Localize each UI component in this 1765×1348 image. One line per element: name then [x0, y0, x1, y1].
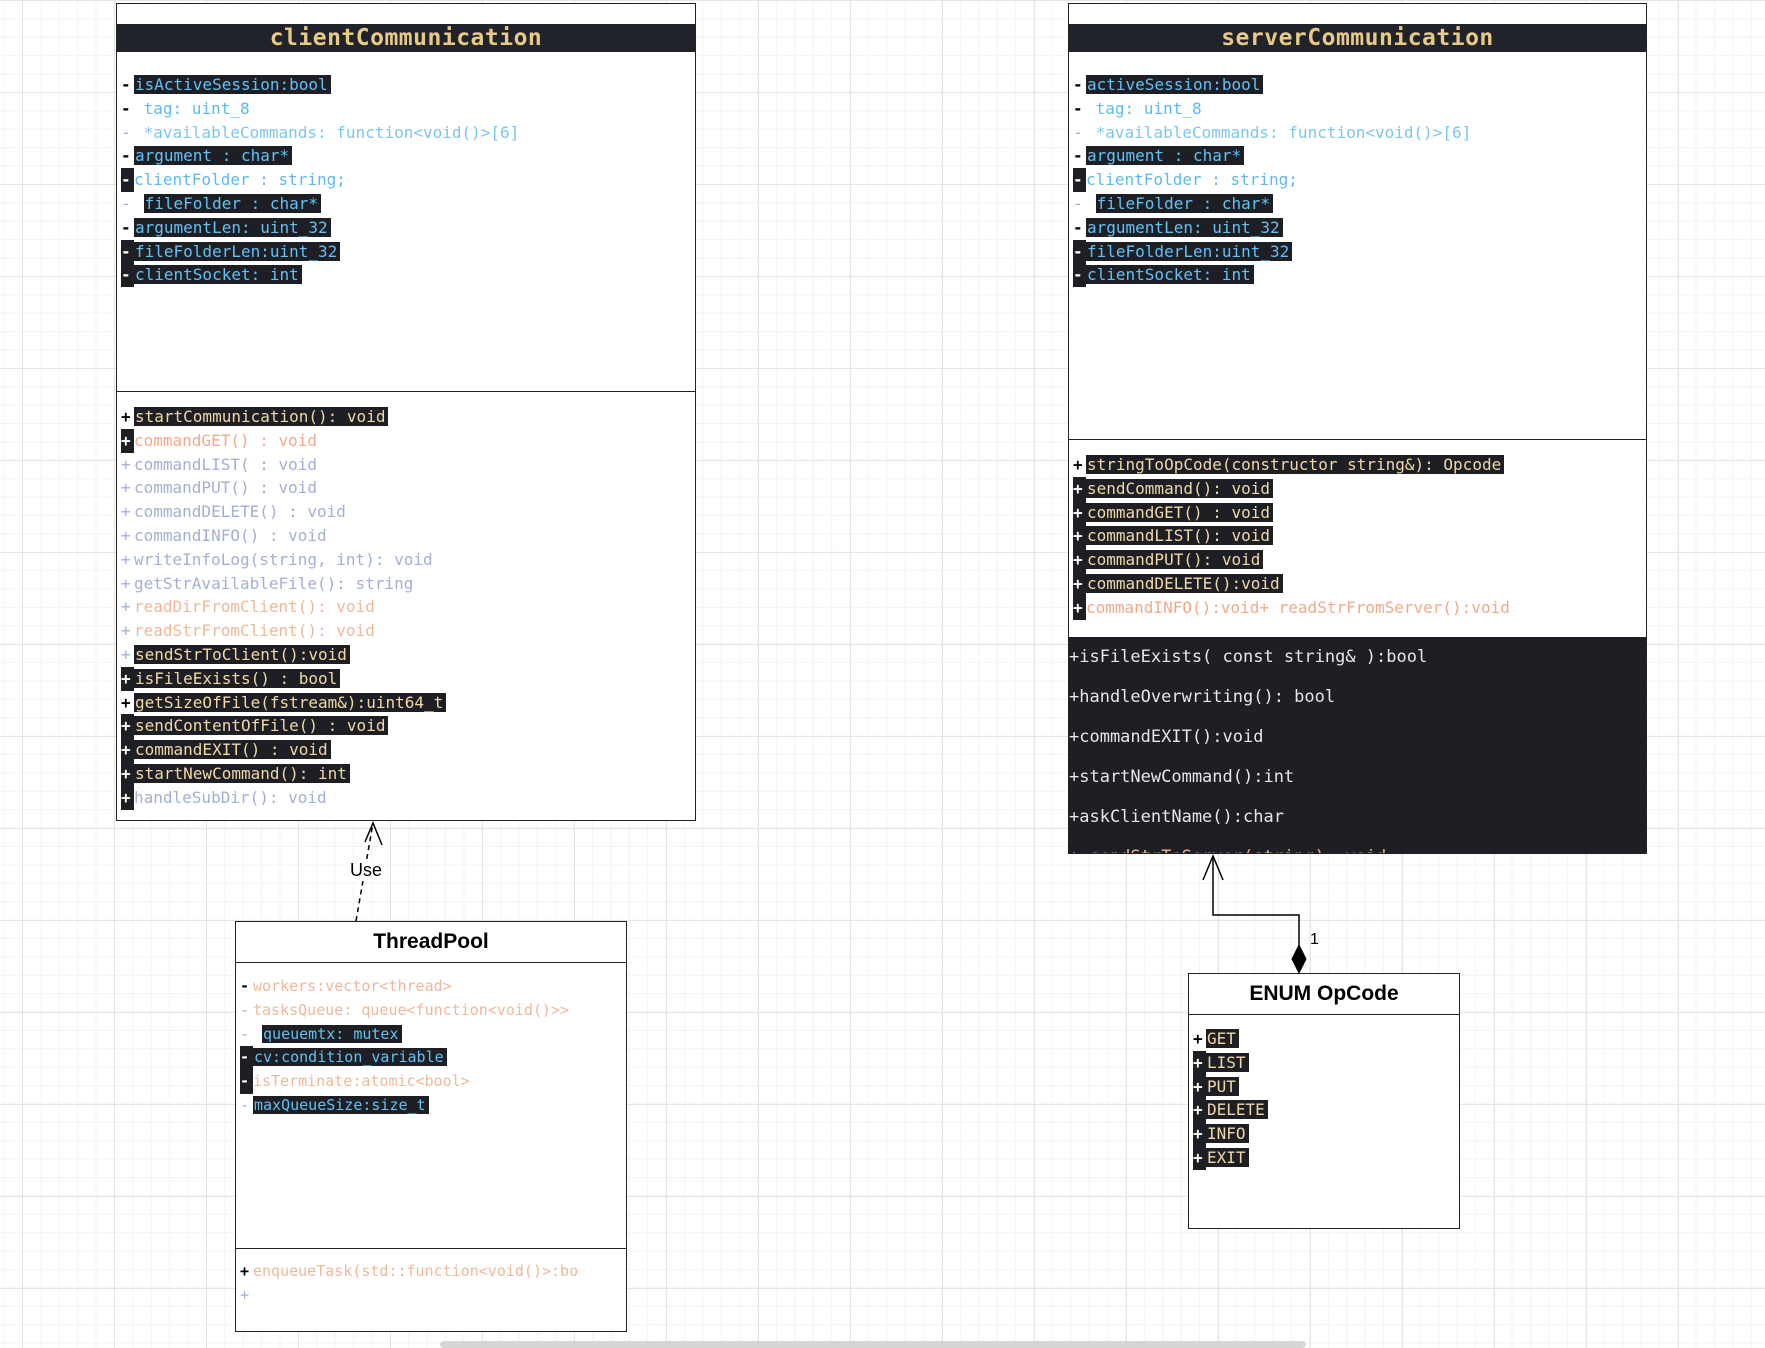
attribute-row[interactable]: - queuemtx: mutex	[240, 1023, 569, 1047]
enum-value[interactable]: + PUT	[1193, 1074, 1268, 1099]
method-row[interactable]: + commandGET() : void	[121, 428, 446, 453]
method-row[interactable]: + startNewCommand(): int	[121, 761, 446, 786]
class-title: ENUM OpCode	[1249, 982, 1399, 1005]
class-divider	[236, 962, 626, 963]
method-row[interactable]: + commandINFO() : void	[121, 524, 446, 548]
attribute-row[interactable]: - isActiveSession:bool	[121, 73, 519, 97]
class-divider	[117, 391, 695, 392]
method-row[interactable]: + sendStrToClient():void	[121, 643, 446, 667]
attribute-row[interactable]: - fileFolder : char*	[1073, 192, 1471, 216]
method-row[interactable]: +startNewCommand():int	[1069, 757, 1646, 797]
attribute-row[interactable]: - argumentLen: uint_32	[1073, 216, 1471, 240]
method-row[interactable]: + commandDELETE():void	[1073, 571, 1510, 596]
method-list: + startCommunication(): void + commandGET(…	[121, 405, 447, 810]
method-row[interactable]: + commandLIST( : void	[121, 453, 446, 477]
method-row[interactable]: + stringToOpCode(constructor string&): Op…	[1073, 453, 1510, 477]
method-row[interactable]: + isFileExists() : bool	[121, 666, 446, 691]
enum-value[interactable]: + GET	[1193, 1027, 1268, 1051]
attribute-row[interactable]: - maxQueueSize:size_t	[240, 1094, 569, 1118]
method-row[interactable]: + startCommunication(): void	[121, 405, 446, 429]
server-communication-class[interactable]: serverCommunication - activeSession:bool …	[1068, 3, 1647, 854]
enum-value[interactable]: + DELETE	[1193, 1098, 1268, 1123]
class-divider	[236, 1248, 626, 1249]
enum-value[interactable]: + LIST	[1193, 1050, 1268, 1075]
attribute-list: - isActiveSession:bool - tag: uint_8 - *a…	[121, 73, 519, 288]
attribute-row[interactable]: - cv:condition_variable	[240, 1046, 569, 1071]
attribute-row[interactable]: - *availableCommands: function<void()>[6…	[121, 121, 519, 145]
method-dark-block: +isFileExists( const string& ):bool +han…	[1069, 637, 1646, 853]
method-row[interactable]: + commandPUT(): void	[1073, 548, 1510, 572]
method-row[interactable]: + enqueueTask(std::function<void()>:bo	[240, 1260, 626, 1284]
class-divider	[1189, 1014, 1459, 1015]
attribute-row[interactable]: - fileFolderLen:uint_32	[1073, 239, 1471, 264]
method-row[interactable]: + getSizeOfFile(fstream&):uint64_t	[121, 691, 447, 715]
method-row[interactable]: +askClientName():char	[1069, 797, 1646, 837]
method-row[interactable]: + sendCommand(): void	[1073, 476, 1510, 501]
method-row[interactable]: + sendContentOfFile() : void	[121, 714, 446, 739]
composition-arrowhead	[1202, 854, 1224, 881]
use-arrowhead	[364, 821, 383, 846]
class-title: serverCommunication	[1069, 24, 1646, 52]
attribute-row[interactable]: - argument : char*	[1073, 144, 1471, 168]
attribute-row[interactable]: - clientSocket: int	[1073, 263, 1471, 288]
enum-value[interactable]: + INFO	[1193, 1122, 1268, 1146]
method-row[interactable]: +	[240, 1284, 626, 1308]
horizontal-scrollbar[interactable]	[440, 1341, 1306, 1348]
attribute-row[interactable]: - clientSocket: int	[121, 263, 519, 288]
class-title: ThreadPool	[373, 930, 489, 953]
attribute-row[interactable]: - *availableCommands: function<void()>[6…	[1073, 121, 1471, 145]
method-row[interactable]: + commandGET() : void	[1073, 500, 1510, 525]
method-row[interactable]: + sendStrToServer(string): void	[1069, 837, 1646, 853]
attribute-row[interactable]: - fileFolder : char*	[121, 192, 519, 216]
method-row[interactable]: + commandINFO():void+ readStrFromServer()…	[1073, 595, 1510, 620]
enum-value-list: + GET + LIST + PUT + DELETE + INFO + EXIT	[1193, 1027, 1268, 1170]
method-row[interactable]: + getStrAvailableFile(): string	[121, 572, 446, 596]
multiplicity-label: 1	[1310, 931, 1319, 948]
attribute-row[interactable]: - clientFolder : string;	[1073, 168, 1471, 192]
client-communication-class[interactable]: clientCommunication - isActiveSession:boo…	[116, 3, 696, 821]
attribute-row[interactable]: - activeSession:bool	[1073, 73, 1471, 97]
attribute-list: - workers:vector<thread> - tasksQueue: que…	[240, 975, 569, 1118]
method-list: + stringToOpCode(constructor string&): Op…	[1073, 453, 1510, 620]
attribute-list: - activeSession:bool - tag: uint_8 - *ava…	[1073, 73, 1471, 288]
method-row[interactable]: + commandDELETE() : void	[121, 500, 446, 524]
method-row[interactable]: + readStrFromClient(): void	[121, 619, 446, 643]
attribute-row[interactable]: - argumentLen: uint_32	[121, 216, 519, 240]
method-row[interactable]: + commandLIST(): void	[1073, 524, 1510, 549]
attribute-row[interactable]: - tasksQueue: queue<function<void()>>	[240, 999, 569, 1023]
class-title: clientCommunication	[117, 24, 695, 52]
method-row[interactable]: +commandEXIT():void	[1069, 717, 1646, 757]
method-row[interactable]: +handleOverwriting(): bool	[1069, 677, 1646, 717]
use-label: Use	[350, 860, 383, 881]
method-list: + enqueueTask(std::function<void()>:bo +	[240, 1260, 626, 1308]
composition-diamond	[1291, 943, 1307, 975]
class-divider	[1069, 439, 1646, 440]
enum-value[interactable]: + EXIT	[1193, 1145, 1268, 1170]
composition-line	[1212, 856, 1300, 949]
method-row[interactable]: +isFileExists( const string& ):bool	[1069, 637, 1646, 677]
attribute-row[interactable]: - tag: uint_8	[1073, 97, 1471, 121]
threadpool-class[interactable]: ThreadPool - workers:vector<thread> - task…	[235, 921, 627, 1332]
method-row[interactable]: + readDirFromClient(): void	[121, 595, 446, 619]
attribute-row[interactable]: - workers:vector<thread>	[240, 975, 569, 999]
attribute-row[interactable]: - clientFolder : string;	[121, 168, 519, 192]
opcode-enum[interactable]: ENUM OpCode + GET + LIST + PUT + DELETE + INF…	[1188, 973, 1460, 1229]
method-row[interactable]: + commandEXIT() : void	[121, 738, 446, 762]
attribute-row[interactable]: - fileFolderLen:uint_32	[121, 239, 519, 264]
method-row[interactable]: + handleSubDir(): void	[121, 785, 446, 810]
attribute-row[interactable]: - argument : char*	[121, 144, 519, 168]
attribute-row[interactable]: - isTerminate:atomic<bool>	[240, 1070, 569, 1094]
method-row[interactable]: + commandPUT() : void	[121, 476, 446, 500]
attribute-row[interactable]: - tag: uint_8	[121, 97, 519, 121]
method-row[interactable]: + writeInfoLog(string, int): void	[121, 548, 446, 572]
